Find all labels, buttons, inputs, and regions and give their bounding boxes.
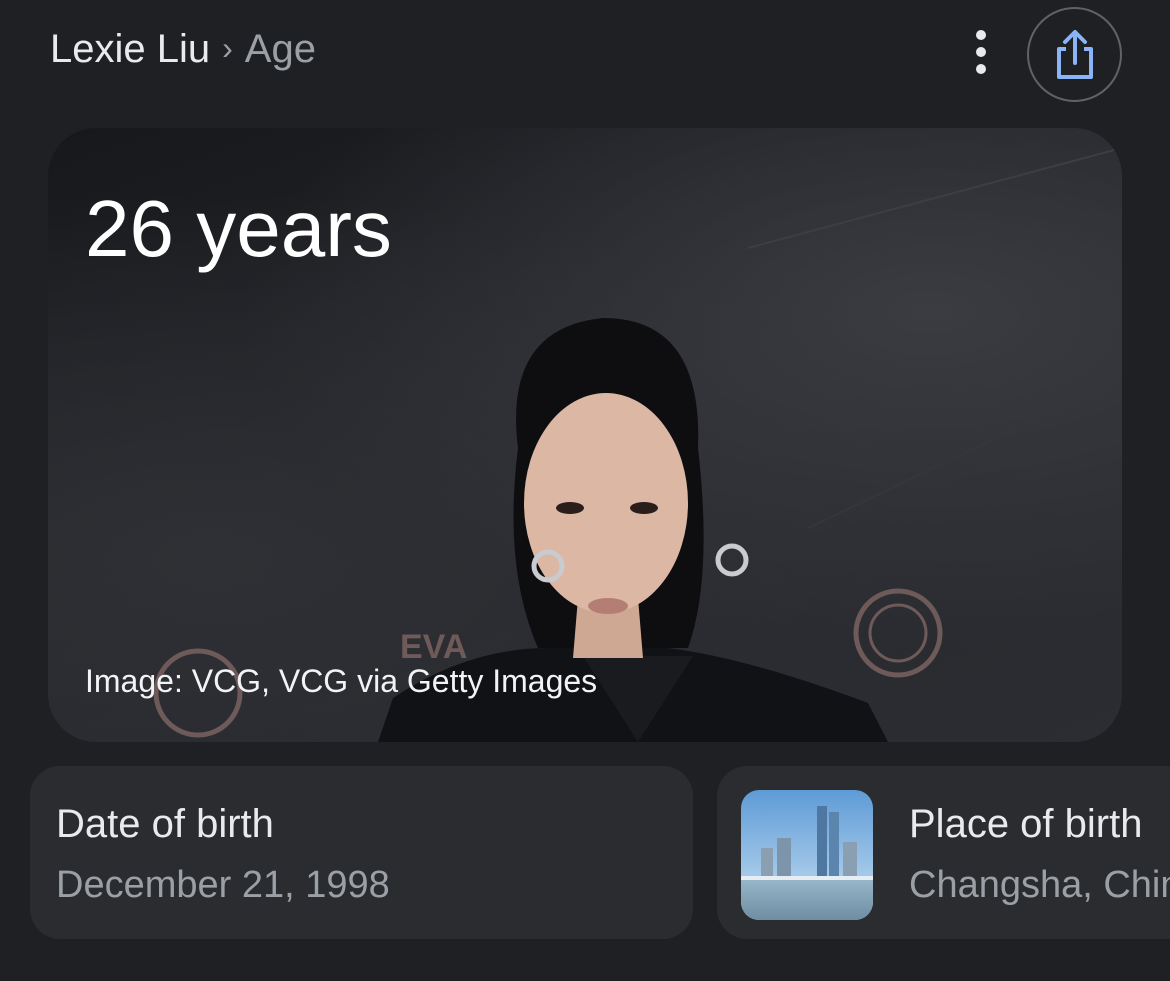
- date-of-birth-label: Date of birth: [56, 802, 274, 846]
- share-icon: [1056, 29, 1093, 79]
- place-of-birth-label: Place of birth: [909, 802, 1143, 846]
- place-of-birth-value: Changsha, China: [909, 864, 1170, 906]
- image-credit: Image: VCG, VCG via Getty Images: [85, 663, 598, 699]
- age-result-page: Lexie Liu › Age EVA 26 years Image: VCG,…: [0, 0, 1170, 981]
- breadcrumb: Lexie Liu › Age: [50, 24, 316, 74]
- breadcrumb-root[interactable]: Lexie Liu: [50, 27, 210, 72]
- share-button[interactable]: [1027, 7, 1122, 102]
- breadcrumb-current: Age: [244, 26, 316, 71]
- more-vertical-icon[interactable]: [955, 22, 1007, 82]
- city-thumbnail: [741, 790, 873, 920]
- hero-image-card[interactable]: EVA 26 years Image: VCG, VCG via Getty I…: [48, 128, 1122, 742]
- breadcrumb-separator: ›: [222, 29, 233, 66]
- date-of-birth-value: December 21, 1998: [56, 864, 390, 906]
- place-of-birth-card[interactable]: Place of birth Changsha, China: [717, 766, 1170, 939]
- age-value: 26 years: [85, 184, 392, 273]
- svg-text:EVA: EVA: [400, 628, 467, 666]
- header: Lexie Liu › Age: [0, 0, 1170, 110]
- date-of-birth-card[interactable]: Date of birth December 21, 1998: [30, 766, 693, 939]
